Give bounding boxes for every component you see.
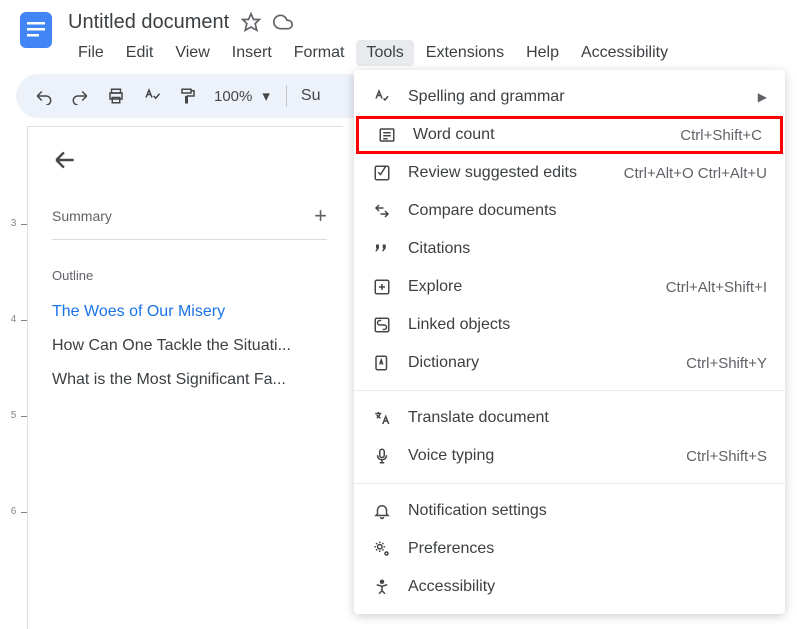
- menu-tools[interactable]: Tools: [356, 40, 413, 66]
- add-summary-button[interactable]: +: [314, 203, 327, 229]
- menu-shortcut: Ctrl+Shift+Y: [686, 355, 767, 372]
- ruler-tick: 5: [0, 410, 27, 421]
- linked-icon: [372, 315, 392, 335]
- spellcheck-icon: [372, 87, 392, 107]
- redo-button[interactable]: [64, 80, 96, 112]
- menu-insert[interactable]: Insert: [222, 40, 282, 66]
- separator: [286, 85, 287, 107]
- header: Untitled document File Edit View Insert …: [0, 0, 797, 66]
- zoom-select[interactable]: 100%▾: [208, 87, 276, 105]
- menu-shortcut: Ctrl+Alt+O Ctrl+Alt+U: [624, 165, 767, 182]
- gear-icon: [372, 539, 392, 559]
- menu-label: Notification settings: [408, 502, 767, 520]
- review-icon: [372, 163, 392, 183]
- outline-item[interactable]: How Can One Tackle the Situati...: [42, 337, 327, 355]
- spellcheck-button[interactable]: [136, 80, 168, 112]
- outline-label: Outline: [52, 268, 327, 283]
- compare-icon: [372, 201, 392, 221]
- document-title[interactable]: Untitled document: [68, 11, 229, 34]
- menu-extensions[interactable]: Extensions: [416, 40, 514, 66]
- menu-word-count[interactable]: Word count Ctrl+Shift+C: [356, 116, 783, 154]
- zoom-value: 100%: [214, 88, 252, 105]
- menu-format[interactable]: Format: [284, 40, 355, 66]
- menu-label: Word count: [413, 126, 680, 144]
- menu-translate[interactable]: Translate document: [354, 399, 785, 437]
- menu-label: Compare documents: [408, 202, 767, 220]
- summary-label: Summary: [52, 208, 112, 224]
- menu-view[interactable]: View: [165, 40, 219, 66]
- menu-dictionary[interactable]: Dictionary Ctrl+Shift+Y: [354, 344, 785, 382]
- menu-help[interactable]: Help: [516, 40, 569, 66]
- menu-preferences[interactable]: Preferences: [354, 530, 785, 568]
- menu-label: Dictionary: [408, 354, 686, 372]
- menu-spelling-grammar[interactable]: Spelling and grammar ▶: [354, 78, 785, 116]
- menu-label: Linked objects: [408, 316, 767, 334]
- print-button[interactable]: [100, 80, 132, 112]
- ruler-tick: 6: [0, 506, 27, 517]
- wordcount-icon: [377, 125, 397, 145]
- dictionary-icon: [372, 353, 392, 373]
- menu-label: Review suggested edits: [408, 164, 624, 182]
- outline-item[interactable]: What is the Most Significant Fa...: [42, 371, 327, 389]
- accessibility-icon: [372, 577, 392, 597]
- menu-label: Spelling and grammar: [408, 88, 750, 106]
- menu-linked-objects[interactable]: Linked objects: [354, 306, 785, 344]
- outline-sidebar: Summary + Outline The Woes of Our Misery…: [28, 126, 343, 629]
- menu-label: Accessibility: [408, 578, 767, 596]
- bell-icon: [372, 501, 392, 521]
- menu-label: Translate document: [408, 409, 767, 427]
- ruler-tick: 4: [0, 314, 27, 325]
- tools-dropdown: Spelling and grammar ▶ Word count Ctrl+S…: [354, 70, 785, 614]
- translate-icon: [372, 408, 392, 428]
- citations-icon: [372, 239, 392, 259]
- menubar: File Edit View Insert Format Tools Exten…: [68, 40, 781, 66]
- vertical-ruler: 3 4 5 6: [0, 126, 28, 629]
- menu-label: Explore: [408, 278, 666, 296]
- menu-voice-typing[interactable]: Voice typing Ctrl+Shift+S: [354, 437, 785, 475]
- menu-label: Preferences: [408, 540, 767, 558]
- undo-button[interactable]: [28, 80, 60, 112]
- star-icon[interactable]: [241, 12, 261, 32]
- menu-accessibility[interactable]: Accessibility: [571, 40, 678, 66]
- menu-separator: [354, 483, 785, 484]
- paint-format-button[interactable]: [172, 80, 204, 112]
- menu-label: Citations: [408, 240, 767, 258]
- menu-shortcut: Ctrl+Alt+Shift+I: [666, 279, 767, 296]
- menu-citations[interactable]: Citations: [354, 230, 785, 268]
- menu-accessibility-option[interactable]: Accessibility: [354, 568, 785, 606]
- menu-explore[interactable]: Explore Ctrl+Alt+Shift+I: [354, 268, 785, 306]
- menu-label: Voice typing: [408, 447, 686, 465]
- menu-shortcut: Ctrl+Shift+S: [686, 448, 767, 465]
- menu-shortcut: Ctrl+Shift+C: [680, 127, 762, 144]
- back-arrow-icon[interactable]: [52, 147, 80, 175]
- explore-icon: [372, 277, 392, 297]
- outline-item[interactable]: The Woes of Our Misery: [42, 303, 327, 321]
- menu-edit[interactable]: Edit: [116, 40, 164, 66]
- ruler-tick: 3: [0, 218, 27, 229]
- menu-notification-settings[interactable]: Notification settings: [354, 492, 785, 530]
- cloud-icon[interactable]: [273, 12, 293, 32]
- menu-review-edits[interactable]: Review suggested edits Ctrl+Alt+O Ctrl+A…: [354, 154, 785, 192]
- docs-logo-icon[interactable]: [16, 10, 56, 50]
- chevron-right-icon: ▶: [758, 90, 767, 104]
- mic-icon: [372, 446, 392, 466]
- menu-file[interactable]: File: [68, 40, 114, 66]
- menu-compare-documents[interactable]: Compare documents: [354, 192, 785, 230]
- style-select[interactable]: Su: [297, 87, 325, 105]
- menu-separator: [354, 390, 785, 391]
